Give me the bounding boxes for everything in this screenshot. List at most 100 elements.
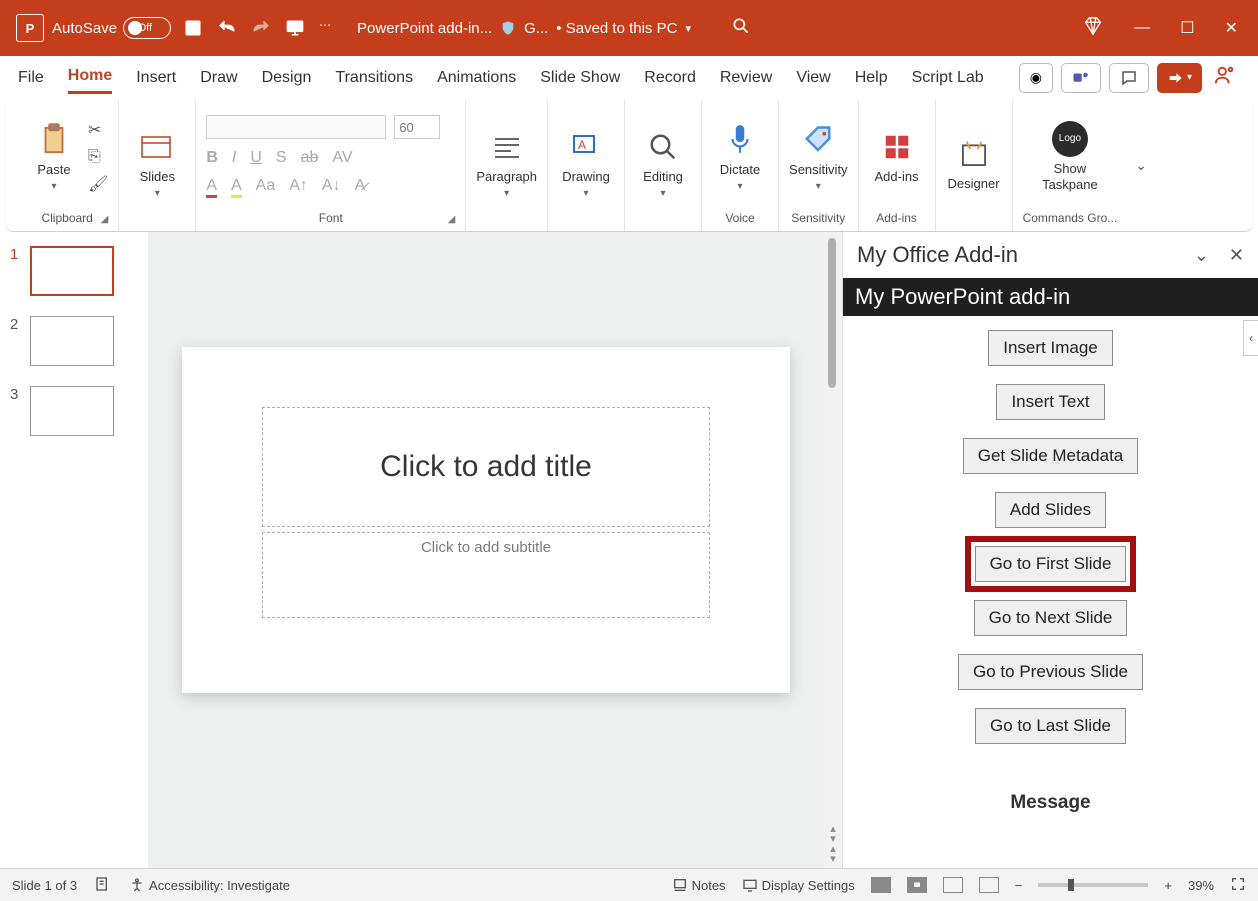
- sorter-view-button[interactable]: [907, 877, 927, 893]
- reading-view-button[interactable]: [943, 877, 963, 893]
- zoom-slider-thumb[interactable]: [1068, 879, 1074, 891]
- autosave-toggle[interactable]: Off: [123, 17, 171, 39]
- go-to-previous-slide-button[interactable]: Go to Previous Slide: [958, 654, 1143, 690]
- insert-image-button[interactable]: Insert Image: [988, 330, 1113, 366]
- slide-canvas-area[interactable]: Click to add title Click to add subtitle: [148, 232, 824, 868]
- undo-icon[interactable]: [217, 18, 237, 38]
- thumbnail-slide-1[interactable]: 1: [10, 246, 138, 296]
- ribbon-collapse-button[interactable]: ⌄: [1127, 157, 1155, 174]
- save-icon[interactable]: [183, 18, 203, 38]
- tab-help[interactable]: Help: [855, 63, 888, 93]
- go-to-next-slide-button[interactable]: Go to Next Slide: [974, 600, 1128, 636]
- sensitivity-button[interactable]: Sensitivity▾: [789, 122, 848, 192]
- fit-to-window-button[interactable]: [1230, 876, 1246, 895]
- zoom-slider[interactable]: [1038, 883, 1148, 887]
- format-painter-icon[interactable]: 🖌: [88, 174, 108, 194]
- tab-review[interactable]: Review: [720, 63, 772, 93]
- vertical-scrollbar[interactable]: ▴▾▴▾: [824, 232, 842, 868]
- italic-button[interactable]: I: [232, 149, 236, 167]
- zoom-level[interactable]: 39%: [1188, 878, 1214, 893]
- addins-button[interactable]: Add-ins: [869, 129, 925, 184]
- thumbnail-slide-3[interactable]: 3: [10, 386, 138, 436]
- paste-button[interactable]: Paste ▾: [26, 122, 82, 192]
- tab-home[interactable]: Home: [68, 61, 112, 94]
- slides-button[interactable]: Slides ▾: [129, 129, 185, 199]
- teams-tool-button[interactable]: [1061, 63, 1101, 93]
- editing-button[interactable]: Editing▾: [635, 129, 691, 199]
- redo-icon[interactable]: [251, 18, 271, 38]
- drawing-button[interactable]: A Drawing▾: [558, 129, 614, 199]
- display-settings-button[interactable]: Display Settings: [742, 877, 855, 893]
- go-to-last-slide-button[interactable]: Go to Last Slide: [975, 708, 1126, 744]
- tab-file[interactable]: File: [18, 63, 44, 93]
- slide-nav-arrows[interactable]: ▴▾▴▾: [824, 824, 842, 864]
- title-placeholder[interactable]: Click to add title: [262, 407, 710, 527]
- change-case-button[interactable]: Aa: [256, 177, 276, 198]
- tab-design[interactable]: Design: [262, 63, 312, 93]
- tab-view[interactable]: View: [796, 63, 830, 93]
- paragraph-button[interactable]: Paragraph▾: [476, 129, 537, 199]
- task-pane: My Office Add-in ⌄ ✕ My PowerPoint add-i…: [842, 232, 1258, 868]
- tab-record[interactable]: Record: [644, 63, 696, 93]
- accessibility-status[interactable]: Accessibility: Investigate: [129, 877, 290, 893]
- notes-button[interactable]: Notes: [672, 877, 726, 893]
- autosave-control[interactable]: AutoSave Off: [52, 17, 171, 39]
- tab-draw[interactable]: Draw: [200, 63, 237, 93]
- taskpane-close-icon[interactable]: ✕: [1229, 245, 1244, 266]
- launcher-icon[interactable]: ◢: [101, 214, 109, 225]
- get-slide-metadata-button[interactable]: Get Slide Metadata: [963, 438, 1139, 474]
- close-button[interactable]: ✕: [1225, 18, 1238, 38]
- add-slides-button[interactable]: Add Slides: [995, 492, 1106, 528]
- designer-button[interactable]: Designer: [946, 136, 1002, 191]
- spellcheck-icon[interactable]: [95, 876, 111, 895]
- comments-tool-button[interactable]: [1109, 63, 1149, 93]
- thumbnail-slide-2[interactable]: 2: [10, 316, 138, 366]
- diamond-icon[interactable]: [1082, 15, 1104, 42]
- tab-animations[interactable]: Animations: [437, 63, 516, 93]
- char-spacing-button[interactable]: AV: [332, 149, 352, 167]
- tab-insert[interactable]: Insert: [136, 63, 176, 93]
- font-name-dropdown[interactable]: [206, 115, 386, 139]
- go-to-first-slide-button[interactable]: Go to First Slide: [975, 546, 1127, 582]
- shrink-font-button[interactable]: A↓: [322, 177, 341, 198]
- record-tool-button[interactable]: ◉: [1019, 63, 1053, 93]
- designer-icon: [959, 136, 989, 172]
- shadow-button[interactable]: S: [276, 149, 287, 167]
- highlight-button[interactable]: A: [231, 177, 242, 198]
- font-size-dropdown[interactable]: 60: [394, 115, 440, 139]
- tab-slide-show[interactable]: Slide Show: [540, 63, 620, 93]
- maximize-button[interactable]: ☐: [1180, 18, 1194, 38]
- subtitle-placeholder[interactable]: Click to add subtitle: [262, 532, 710, 618]
- tab-script-lab[interactable]: Script Lab: [912, 63, 984, 93]
- clear-format-button[interactable]: A̷: [355, 177, 366, 198]
- insert-text-button[interactable]: Insert Text: [996, 384, 1104, 420]
- dictate-button[interactable]: Dictate▾: [712, 122, 768, 192]
- show-taskpane-button[interactable]: Logo ShowTaskpane: [1042, 121, 1098, 192]
- normal-view-button[interactable]: [871, 877, 891, 893]
- slide-counter[interactable]: Slide 1 of 3: [12, 878, 77, 893]
- title-dropdown-icon[interactable]: ▾: [685, 22, 691, 35]
- zoom-in-button[interactable]: +: [1164, 878, 1172, 893]
- font-color-button[interactable]: A: [206, 177, 217, 198]
- qat-more-icon[interactable]: ⋯: [319, 18, 339, 38]
- search-button[interactable]: [731, 16, 751, 41]
- launcher-icon[interactable]: ◢: [448, 214, 456, 225]
- cut-icon[interactable]: ✂: [88, 120, 108, 140]
- underline-button[interactable]: U: [250, 149, 262, 167]
- present-icon[interactable]: [285, 18, 305, 38]
- share-button[interactable]: ▾: [1157, 63, 1202, 93]
- scrollbar-thumb[interactable]: [828, 238, 836, 388]
- copy-icon[interactable]: ⎘: [88, 148, 108, 166]
- strike-button[interactable]: ab: [301, 149, 319, 167]
- taskpane-side-tab[interactable]: ‹: [1243, 320, 1258, 356]
- taskpane-menu-icon[interactable]: ⌄: [1194, 245, 1209, 266]
- save-status[interactable]: • Saved to this PC: [556, 20, 677, 37]
- slide[interactable]: Click to add title Click to add subtitle: [182, 347, 790, 693]
- minimize-button[interactable]: —: [1134, 19, 1150, 37]
- grow-font-button[interactable]: A↑: [289, 177, 308, 198]
- zoom-out-button[interactable]: −: [1015, 878, 1023, 893]
- bold-button[interactable]: B: [206, 149, 218, 167]
- collab-icon[interactable]: [1210, 60, 1240, 95]
- tab-transitions[interactable]: Transitions: [335, 63, 413, 93]
- slideshow-view-button[interactable]: [979, 877, 999, 893]
